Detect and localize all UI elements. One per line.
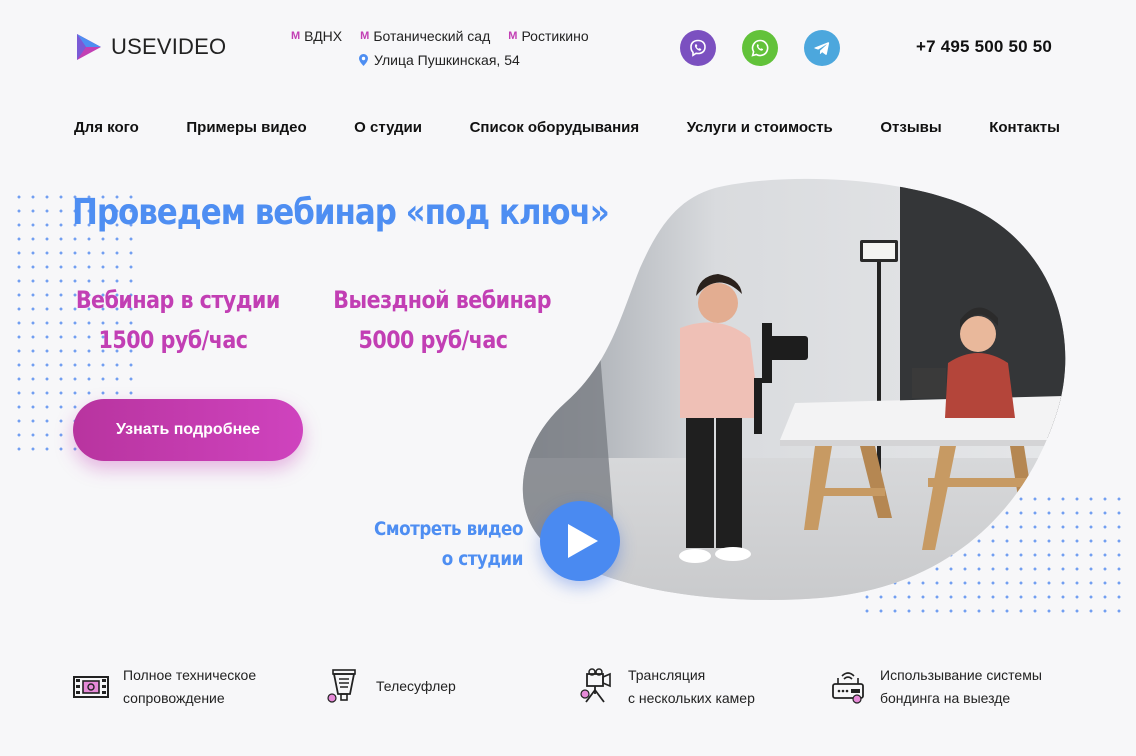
location-pin-icon bbox=[359, 54, 368, 66]
whatsapp-icon[interactable] bbox=[742, 30, 778, 66]
logo[interactable]: USEVIDEO bbox=[75, 32, 226, 62]
watch-video-line1: Смотреть видео bbox=[374, 518, 523, 540]
film-strip-icon bbox=[73, 676, 109, 698]
nav-item-for-whom[interactable]: Для кого bbox=[74, 119, 139, 136]
metro-label: ВДНХ bbox=[304, 28, 343, 44]
feature-line: сопровождение bbox=[123, 690, 225, 706]
metro-icon: M bbox=[508, 30, 518, 42]
telegram-icon[interactable] bbox=[804, 30, 840, 66]
address-text: Улица Пушкинская, 54 bbox=[374, 52, 520, 68]
feature-line: с нескольких камер bbox=[628, 690, 755, 706]
metro-station: M ВДНХ bbox=[291, 28, 342, 44]
main-nav: Для кого Примеры видео О студии Список о… bbox=[74, 119, 1060, 136]
feature-line: Полное техническое bbox=[123, 667, 257, 683]
watch-video-line2: о студии bbox=[441, 548, 524, 570]
feature-line: Телесуфлер bbox=[376, 678, 456, 694]
address: Улица Пушкинская, 54 bbox=[359, 52, 520, 68]
offer-onsite: Выездной вебинар 5000 руб/час bbox=[317, 286, 552, 354]
offer-name: Вебинар в студии bbox=[75, 286, 281, 314]
watch-video-label[interactable]: Смотреть видео о студии bbox=[340, 514, 523, 574]
offer-studio: Вебинар в студии 1500 руб/час bbox=[60, 286, 286, 354]
nav-item-services-pricing[interactable]: Услуги и стоимость bbox=[687, 119, 833, 136]
metro-icon: M bbox=[360, 30, 370, 42]
feature-multicam: Трансляция с нескольких камер bbox=[578, 664, 755, 710]
viber-icon[interactable] bbox=[680, 30, 716, 66]
camera-tripod-icon bbox=[580, 668, 611, 703]
offer-price: 1500 руб/час bbox=[98, 326, 248, 354]
logo-text: USEVIDEO bbox=[111, 34, 227, 59]
metro-station: M Ботанический сад bbox=[360, 28, 490, 44]
feature-line: Использывание системы bbox=[880, 667, 1042, 683]
offer-name: Выездной вебинар bbox=[333, 286, 552, 314]
nav-item-video-examples[interactable]: Примеры видео bbox=[186, 119, 306, 136]
feature-line: Трансляция bbox=[628, 667, 706, 683]
feature-line: бондинга на выезде bbox=[880, 690, 1011, 706]
play-icon bbox=[568, 524, 598, 558]
nav-item-contacts[interactable]: Контакты bbox=[989, 119, 1060, 136]
nav-item-equipment-list[interactable]: Список оборудывания bbox=[470, 119, 640, 136]
learn-more-button[interactable]: Узнать подробнее bbox=[73, 399, 303, 461]
messengers bbox=[680, 30, 840, 66]
logo-play-icon bbox=[77, 34, 101, 60]
metro-label: Ростикино bbox=[521, 28, 589, 44]
play-video-button[interactable] bbox=[540, 501, 620, 581]
phone-number[interactable]: +7 495 500 50 50 bbox=[916, 37, 1052, 57]
feature-teleprompter: Телесуфлер bbox=[326, 664, 456, 704]
teleprompter-icon bbox=[327, 669, 356, 703]
metro-icon: M bbox=[291, 30, 301, 42]
metro-stations: M ВДНХ M Ботанический сад M Ростикино bbox=[291, 28, 589, 44]
router-icon bbox=[832, 672, 864, 704]
metro-station: M Ростикино bbox=[508, 28, 588, 44]
nav-item-reviews[interactable]: Отзывы bbox=[880, 119, 941, 136]
feature-tech-support: Полное техническое сопровождение bbox=[73, 664, 256, 710]
feature-bonding: Использывание системы бондинга на выезде bbox=[830, 664, 1042, 710]
offer-price: 5000 руб/час bbox=[358, 326, 508, 354]
nav-item-about-studio[interactable]: О студии bbox=[354, 119, 422, 136]
metro-label: Ботанический сад bbox=[373, 28, 491, 44]
